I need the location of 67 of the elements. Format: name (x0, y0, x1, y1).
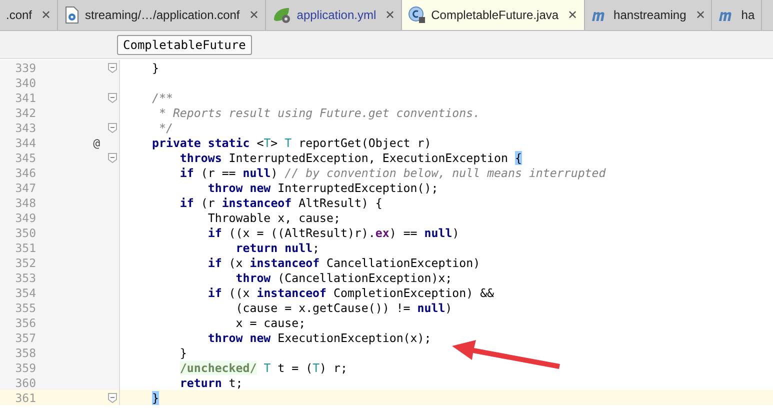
line-number: 348 (14, 196, 36, 210)
line-number: 355 (14, 300, 36, 314)
code-line: throw new ExecutionException(x); (206, 330, 432, 344)
code-line: throws InterruptedException, ExecutionException { (178, 150, 522, 164)
fold-icon[interactable] (108, 122, 117, 132)
tab-label: .conf (6, 8, 32, 22)
close-button[interactable]: ✕ (248, 8, 259, 22)
code-line: } (178, 346, 187, 360)
close-button[interactable]: ✕ (695, 8, 706, 22)
line-number: 345 (14, 150, 36, 164)
fold-icon[interactable] (108, 152, 117, 162)
line-number: 359 (14, 360, 36, 374)
code-line: if ((x = ((AltResult)r).ex) == null) (206, 226, 460, 240)
line-number: 341 (14, 90, 36, 104)
breadcrumb-tooltip: CompletableFuture (117, 34, 252, 54)
line-number: 342 (14, 106, 36, 120)
line-number: 346 (14, 166, 36, 180)
line-number: 354 (14, 286, 36, 300)
line-number: 350 (14, 226, 36, 240)
tab-label: hanstreaming (614, 8, 686, 22)
tab-label: ha (741, 8, 755, 22)
line-number: 343 (14, 120, 36, 134)
code-line: throw (CancellationException)x; (234, 270, 452, 284)
code-line: if (x instanceof CancellationException) (206, 256, 480, 270)
line-number: 340 (14, 76, 36, 90)
line-number: 353 (14, 270, 36, 284)
code-line: /unchecked/ T t = (T) r; (178, 360, 348, 374)
line-number: 358 (14, 346, 36, 360)
override-marker[interactable]: @ (93, 136, 100, 150)
settings-file-icon (64, 6, 80, 24)
fold-icon[interactable] (108, 62, 117, 72)
line-number: 360 (14, 376, 36, 390)
fold-icon[interactable] (108, 92, 117, 102)
tab-label: application.yml (296, 8, 376, 22)
editor-tab[interactable]: CompletableFuture.java ✕ (402, 0, 585, 30)
code-line: if (r == null) // by convention below, null means interrupted (178, 166, 606, 180)
editor-tab[interactable]: hanstreaming ✕ (584, 0, 712, 30)
tab-label: CompletableFuture.java (431, 8, 559, 22)
class-icon (408, 6, 426, 24)
tab-label: streaming/…/application.conf (85, 8, 240, 22)
line-number: 357 (14, 330, 36, 344)
code-line: /** (151, 90, 173, 104)
code-line: */ (158, 120, 173, 134)
line-number: 339 (14, 60, 36, 74)
line-number: 351 (14, 240, 36, 254)
code-line: return t; (178, 376, 243, 390)
code-line: return null; (234, 240, 320, 254)
leaf-icon (272, 6, 292, 24)
line-number: 344 (14, 136, 36, 150)
close-button[interactable]: ✕ (568, 8, 578, 22)
line-number: 352 (14, 256, 36, 270)
code-line: if ((x instanceof CompletionException) && (206, 286, 494, 300)
close-button[interactable]: ✕ (41, 8, 52, 22)
code-line: } (151, 60, 159, 74)
code-line: private static <T> T reportGet(Object r) (151, 136, 432, 150)
line-number: 361 (14, 390, 36, 404)
fold-icon[interactable] (108, 392, 117, 402)
code-line: * Reports result using Future.get conventions. (158, 106, 480, 120)
code-line: Throwable x, cause; (206, 210, 340, 224)
close-button[interactable]: ✕ (385, 8, 396, 22)
code-line: if (r instanceof AltResult) { (178, 196, 382, 210)
code-line: x = cause; (234, 316, 306, 330)
line-number: 347 (14, 180, 36, 194)
code-line: (cause = x.getCause()) != null) (234, 300, 452, 314)
line-number: 349 (14, 210, 36, 224)
line-number: 356 (14, 316, 36, 330)
code-line: throw new InterruptedException(); (206, 180, 438, 194)
